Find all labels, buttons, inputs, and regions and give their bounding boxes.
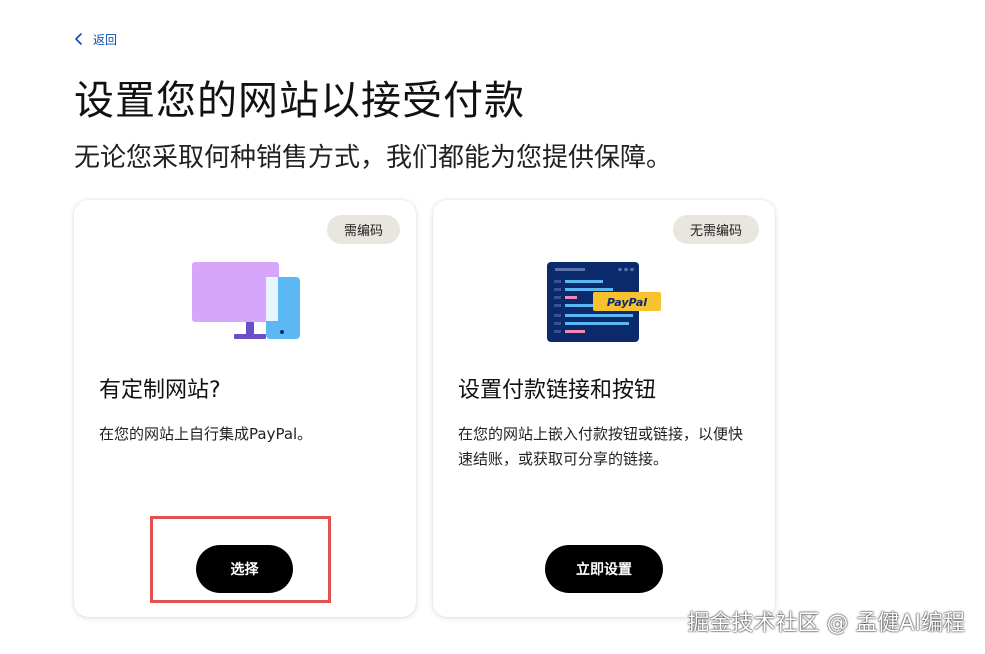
card-description: 在您的网站上嵌入付款按钮或链接，以便快速结账，或获取可分享的链接。 xyxy=(458,425,744,468)
coding-required-badge: 需编码 xyxy=(326,215,400,244)
select-button[interactable]: 选择 xyxy=(196,545,293,593)
back-label: 返回 xyxy=(93,32,118,47)
no-coding-badge: 无需编码 xyxy=(672,215,759,244)
page-title: 设置您的网站以接受付款 xyxy=(74,78,525,124)
page-subtitle: 无论您采取何种销售方式，我们都能为您提供保障。 xyxy=(74,143,673,173)
monitor-phone-icon xyxy=(188,258,304,344)
watermark-text: 掘金技术社区 @ 孟健AI编程 xyxy=(687,611,965,636)
chevron-left-icon xyxy=(74,33,83,45)
card-description: 在您的网站上自行集成PayPal。 xyxy=(99,425,313,443)
code-window-paypal-icon: PayPal xyxy=(547,258,663,344)
card-title: 设置付款链接和按钮 xyxy=(458,378,657,403)
setup-now-button[interactable]: 立即设置 xyxy=(545,545,663,593)
card-title: 有定制网站? xyxy=(99,378,221,403)
back-link[interactable]: 返回 xyxy=(74,30,117,48)
custom-website-card: 需编码 有定制网站? 在您的网站上自行集成PayPal。 选择 xyxy=(74,200,416,617)
payment-links-card: 无需编码 PayPal 设置付款链接和按钮 在您的网站上嵌入付款按钮或链接，以便… xyxy=(433,200,775,617)
paypal-badge-text: PayPal xyxy=(607,296,647,309)
